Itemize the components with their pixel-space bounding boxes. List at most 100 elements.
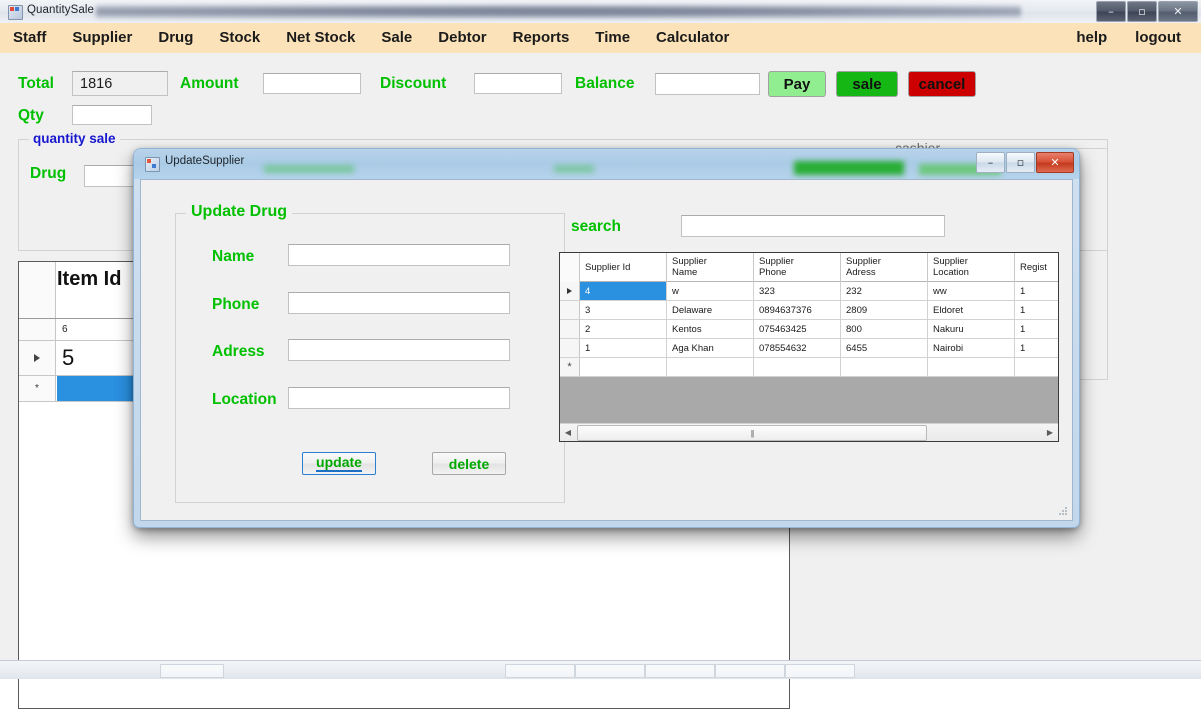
cell-supplier-adress[interactable] (841, 358, 928, 376)
menu-item-drug[interactable]: Drug (145, 23, 206, 53)
column-header-supplier-id[interactable]: Supplier Id (580, 253, 667, 282)
menu-item-supplier[interactable]: Supplier (59, 23, 145, 53)
menu-item-reports[interactable]: Reports (500, 23, 583, 53)
cell-supplier-id[interactable] (580, 358, 667, 376)
column-header-supplier-adress[interactable]: Supplier Adress (841, 253, 928, 282)
status-segment (785, 664, 855, 678)
phone-label: Phone (212, 296, 260, 313)
resize-grip-icon[interactable] (1058, 507, 1068, 517)
maximize-icon: ▫ (1138, 5, 1146, 18)
menu-item-stock[interactable]: Stock (206, 23, 273, 53)
cell-supplier-adress[interactable]: 2809 (841, 301, 928, 319)
cell-supplier-id[interactable]: 4 (580, 282, 667, 300)
dialog-client-area: Update Drug Name Phone Adress Location u… (140, 179, 1073, 521)
row-marker (560, 320, 580, 338)
cell-supplier-id[interactable]: 2 (580, 320, 667, 338)
scrollbar-thumb[interactable]: ||| (577, 425, 927, 441)
menu-item-debtor[interactable]: Debtor (425, 23, 499, 53)
minimize-icon: – (1108, 5, 1114, 18)
cell-supplier-phone[interactable]: 075463425 (754, 320, 841, 338)
scroll-right-arrow-icon[interactable]: ▶ (1042, 424, 1058, 440)
main-window-controls[interactable]: – ▫ ✕ (1096, 1, 1198, 22)
menu-item-net-stock[interactable]: Net Stock (273, 23, 368, 53)
app-window-icon (8, 5, 23, 20)
menu-item-sale[interactable]: Sale (368, 23, 425, 53)
status-segment (505, 664, 575, 678)
menubar-right-group: help logout (1062, 23, 1201, 53)
cell-registration[interactable] (1015, 358, 1058, 376)
cell-supplier-phone[interactable]: 078554632 (754, 339, 841, 357)
cell-registration[interactable]: 1 (1015, 282, 1058, 300)
cell-supplier-name[interactable]: Kentos (667, 320, 754, 338)
phone-input[interactable] (288, 292, 510, 314)
cell-supplier-name[interactable] (667, 358, 754, 376)
menu-item-calculator[interactable]: Calculator (643, 23, 742, 53)
discount-input[interactable] (474, 73, 562, 94)
cell-supplier-name[interactable]: w (667, 282, 754, 300)
table-row[interactable]: 4 w 323 232 ww 1 (560, 282, 1058, 301)
menu-item-time[interactable]: Time (582, 23, 643, 53)
table-row[interactable]: 1 Aga Khan 078554632 6455 Nairobi 1 (560, 339, 1058, 358)
dialog-maximize-button[interactable]: ▫ (1006, 152, 1035, 173)
dialog-close-button[interactable]: ✕ (1036, 152, 1074, 173)
bottom-status-strip (0, 660, 1201, 679)
cell-supplier-adress[interactable]: 800 (841, 320, 928, 338)
cell-supplier-name[interactable]: Aga Khan (667, 339, 754, 357)
cell-registration[interactable]: 1 (1015, 339, 1058, 357)
cell-registration[interactable]: 1 (1015, 301, 1058, 319)
table-row[interactable]: 2 Kentos 075463425 800 Nakuru 1 (560, 320, 1058, 339)
minimize-icon: – (987, 156, 994, 169)
scroll-left-arrow-icon[interactable]: ◀ (560, 424, 576, 440)
cell-supplier-adress[interactable]: 232 (841, 282, 928, 300)
name-input[interactable] (288, 244, 510, 266)
cell-supplier-id[interactable]: 1 (580, 339, 667, 357)
table-row-new[interactable]: * (560, 358, 1058, 377)
delete-button[interactable]: delete (432, 452, 506, 475)
grid-horizontal-scrollbar[interactable]: ◀ ||| ▶ (560, 423, 1058, 441)
column-header-supplier-name[interactable]: Supplier Name (667, 253, 754, 282)
location-input[interactable] (288, 387, 510, 409)
totals-row: Total 1816 Amount Discount Balance Pay s… (18, 71, 1178, 99)
cell-supplier-location[interactable] (928, 358, 1015, 376)
app-title: QuantitySale (27, 4, 95, 16)
cell-supplier-phone[interactable] (754, 358, 841, 376)
qty-input[interactable] (72, 105, 152, 125)
cell-supplier-location[interactable]: ww (928, 282, 1015, 300)
row-marker (19, 341, 56, 375)
cancel-button[interactable]: cancel (908, 71, 976, 97)
cell-supplier-id[interactable]: 3 (580, 301, 667, 319)
total-field[interactable]: 1816 (72, 71, 168, 96)
main-window-titlebar[interactable]: QuantitySale – ▫ ✕ (0, 0, 1201, 24)
adress-input[interactable] (288, 339, 510, 361)
cell-supplier-phone[interactable]: 323 (754, 282, 841, 300)
cell-supplier-name[interactable]: Delaware (667, 301, 754, 319)
search-input[interactable] (681, 215, 945, 237)
maximize-button[interactable]: ▫ (1127, 1, 1157, 22)
column-header-supplier-phone[interactable]: Supplier Phone (754, 253, 841, 282)
menu-item-logout[interactable]: logout (1121, 23, 1195, 53)
dialog-titlebar[interactable]: UpdateSupplier – ▫ ✕ (134, 149, 1079, 179)
update-button[interactable]: update (302, 452, 376, 475)
balance-input[interactable] (655, 73, 760, 95)
row-marker (19, 319, 56, 340)
cell-supplier-adress[interactable]: 6455 (841, 339, 928, 357)
dialog-window-controls[interactable]: – ▫ ✕ (976, 152, 1074, 173)
table-row[interactable]: 3 Delaware 0894637376 2809 Eldoret 1 (560, 301, 1058, 320)
minimize-button[interactable]: – (1096, 1, 1126, 22)
column-header-registration[interactable]: Regist (1015, 253, 1058, 282)
cell-supplier-location[interactable]: Eldoret (928, 301, 1015, 319)
cell-supplier-location[interactable]: Nakuru (928, 320, 1015, 338)
pay-button[interactable]: Pay (768, 71, 826, 97)
sale-button[interactable]: sale (836, 71, 898, 97)
cell-supplier-location[interactable]: Nairobi (928, 339, 1015, 357)
close-button[interactable]: ✕ (1158, 1, 1198, 22)
status-segment (575, 664, 645, 678)
menu-item-staff[interactable]: Staff (0, 23, 59, 53)
menu-item-help[interactable]: help (1062, 23, 1121, 53)
cell-supplier-phone[interactable]: 0894637376 (754, 301, 841, 319)
dialog-minimize-button[interactable]: – (976, 152, 1005, 173)
amount-input[interactable] (263, 73, 361, 94)
column-header-supplier-location[interactable]: Supplier Location (928, 253, 1015, 282)
supplier-datagrid[interactable]: Supplier Id Supplier Name Supplier Phone… (559, 252, 1059, 442)
cell-registration[interactable]: 1 (1015, 320, 1058, 338)
